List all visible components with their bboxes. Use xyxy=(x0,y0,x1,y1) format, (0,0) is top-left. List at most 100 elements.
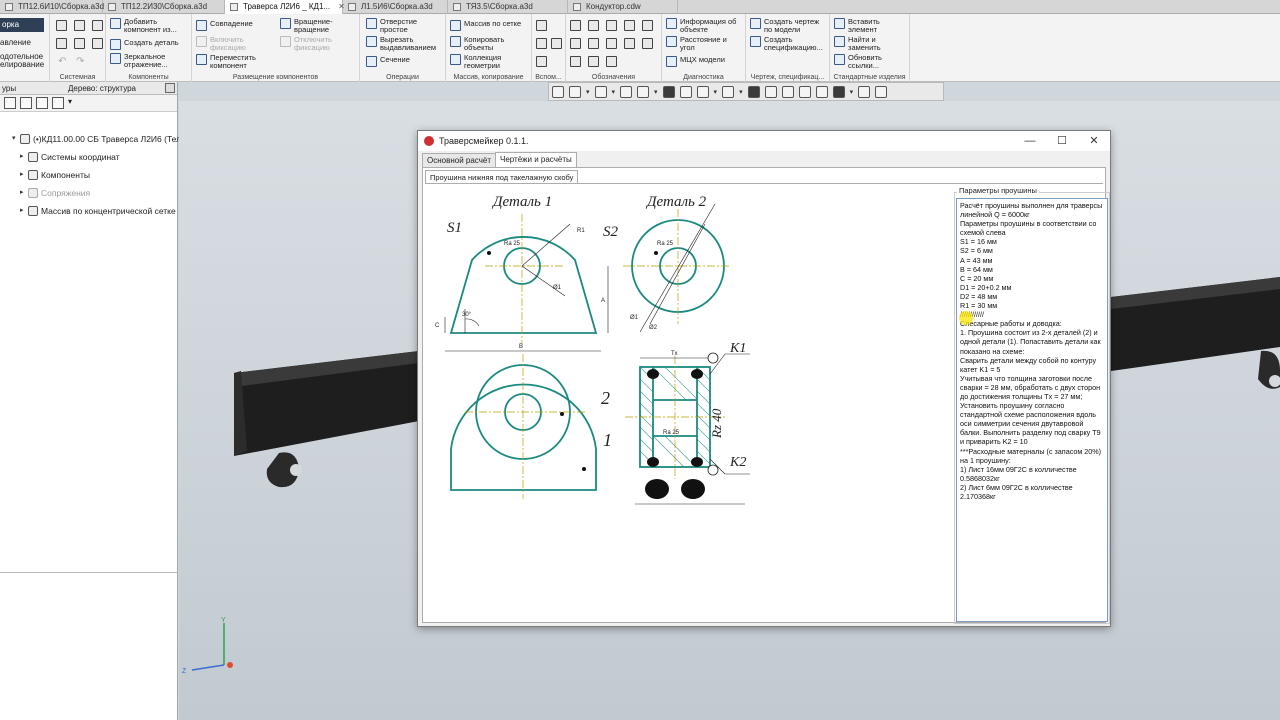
create-detail-button[interactable]: Создать деталь xyxy=(110,39,179,50)
chevron-down-icon[interactable]: ▾ xyxy=(612,88,616,96)
chevron-down-icon[interactable]: ▾ xyxy=(714,88,718,96)
scene-icon[interactable] xyxy=(815,85,828,98)
plane-icon[interactable] xyxy=(536,20,547,31)
filter-tree-icon[interactable] xyxy=(36,97,48,109)
minimize-icon[interactable]: — xyxy=(1014,131,1046,151)
mark-icon[interactable] xyxy=(588,38,599,49)
position-icon[interactable] xyxy=(606,56,617,67)
move-component-button[interactable]: Переместить компонент xyxy=(196,54,256,70)
ribbon-left-label[interactable]: авление xyxy=(0,38,31,47)
geometry-collection-button[interactable]: Коллекция геометрии xyxy=(450,54,501,70)
text-icon[interactable] xyxy=(570,38,581,49)
print-icon[interactable] xyxy=(56,38,67,49)
axes-icon[interactable] xyxy=(637,85,650,98)
redo-icon[interactable]: ↷ xyxy=(76,56,84,67)
expand-arrow-icon[interactable]: ▸ xyxy=(20,148,24,166)
distance-angle-button[interactable]: Расстояние и угол xyxy=(666,36,727,52)
ribbon-left-label[interactable]: елирование xyxy=(0,60,44,69)
enable-fix-button[interactable]: Включить фиксацию xyxy=(196,36,246,52)
hatch-icon[interactable] xyxy=(588,56,599,67)
window-titlebar[interactable]: Траверсмейкер 0.1.1. — ☐ ✕ xyxy=(418,131,1110,151)
chevron-down-icon[interactable]: ▾ xyxy=(654,88,658,96)
sort-icon[interactable] xyxy=(52,97,64,109)
mirror-button[interactable]: Зеркальное отражение... xyxy=(110,53,168,69)
new-doc-icon[interactable] xyxy=(56,20,67,31)
tree-item-concentric-array[interactable]: ▸ Массив по концентрической сетке xyxy=(0,202,178,220)
tree-mode-label[interactable]: Дерево: структура xyxy=(68,82,136,95)
save-icon[interactable] xyxy=(74,38,85,49)
weld-icon[interactable] xyxy=(606,38,617,49)
explode-icon[interactable] xyxy=(764,85,777,98)
add-component-button[interactable]: Добавить компонент из... xyxy=(110,18,177,34)
tolerance-icon[interactable] xyxy=(624,20,635,31)
expand-arrow-icon[interactable]: ▾ xyxy=(12,130,16,148)
point-icon[interactable] xyxy=(536,56,547,67)
array-grid-button[interactable]: Массив по сетке xyxy=(450,20,521,31)
wireframe-icon[interactable] xyxy=(679,85,692,98)
render-icon[interactable] xyxy=(798,85,811,98)
properties-icon[interactable] xyxy=(92,38,103,49)
tree-item-components[interactable]: ▸ Компоненты xyxy=(0,166,178,184)
parameters-textbox[interactable]: Расчёт проушины выполнен для траверсы ли… xyxy=(956,198,1108,622)
tree-item-coordinate-systems[interactable]: ▸ Системы координат xyxy=(0,148,178,166)
hole-simple-button[interactable]: Отверстие простое xyxy=(366,18,417,34)
structure-icon[interactable] xyxy=(20,97,32,109)
disable-fix-button[interactable]: Отключить фиксацию xyxy=(280,36,332,52)
close-icon[interactable]: ✕ xyxy=(1078,131,1110,151)
mcc-model-button[interactable]: МЦХ модели xyxy=(666,56,725,67)
tree-item-mates[interactable]: ▸ Сопряжения xyxy=(0,184,178,202)
expand-arrow-icon[interactable]: ▸ xyxy=(20,184,24,202)
orientation-icon[interactable] xyxy=(552,85,564,98)
base-icon[interactable] xyxy=(642,20,653,31)
panel-divider[interactable] xyxy=(0,572,178,573)
pencil-icon[interactable] xyxy=(875,85,888,98)
expand-arrow-icon[interactable]: ▸ xyxy=(20,202,24,220)
cut-extrude-button[interactable]: Вырезать выдавливанием xyxy=(366,36,436,52)
table-icon[interactable] xyxy=(570,56,581,67)
sketch-icon[interactable] xyxy=(551,38,562,49)
shaded-icon[interactable] xyxy=(662,85,675,98)
doc-tab[interactable]: Л1.5И6\Сборка.a3d xyxy=(343,0,448,14)
dimension-icon[interactable] xyxy=(570,20,581,31)
undo-icon[interactable]: ↶ xyxy=(58,56,66,67)
settings-icon[interactable] xyxy=(165,83,175,93)
create-spec-button[interactable]: Создать спецификацию... xyxy=(750,36,823,52)
rotation-rotation-button[interactable]: Вращение- вращение xyxy=(280,18,333,34)
create-drawing-button[interactable]: Создать чертеж по модели xyxy=(750,18,819,34)
doc-tab[interactable]: Кондуктор.cdw xyxy=(568,0,678,14)
open-icon[interactable] xyxy=(74,20,85,31)
tree-view-icon[interactable] xyxy=(4,97,16,109)
subtab-lower-eye[interactable]: Проушина нижняя под такелажную скобу xyxy=(425,170,579,184)
zoom-fit-icon[interactable] xyxy=(569,85,581,98)
hidden-icon[interactable] xyxy=(696,85,709,98)
doc-tab-active[interactable]: Траверса Л2И6 _ КД1... ✕ xyxy=(225,0,345,14)
camera-icon[interactable] xyxy=(722,85,735,98)
tab-main-calc[interactable]: Основной расчёт xyxy=(422,153,496,167)
section-button[interactable]: Сечение xyxy=(366,56,410,67)
coincidence-button[interactable]: Совпадение xyxy=(196,20,253,31)
expand-arrow-icon[interactable]: ▸ xyxy=(20,166,24,184)
radius-icon[interactable] xyxy=(642,38,653,49)
copy-objects-button[interactable]: Копировать объекты xyxy=(450,36,504,52)
find-replace-button[interactable]: Найти и заменить xyxy=(834,36,881,52)
grid-icon[interactable] xyxy=(92,20,103,31)
chevron-down-icon[interactable]: ▾ xyxy=(586,88,590,96)
chevron-down-icon[interactable]: ▾ xyxy=(850,88,854,96)
insert-element-button[interactable]: Вставить элемент xyxy=(834,18,880,34)
update-links-button[interactable]: Обновить ссылки... xyxy=(834,54,882,70)
leader-icon[interactable] xyxy=(606,20,617,31)
axis-icon[interactable] xyxy=(536,38,547,49)
ribbon-mode-header[interactable]: орка xyxy=(0,18,44,32)
doc-tab[interactable]: ТП12.2И30\Сборка.a3d xyxy=(103,0,225,14)
tab-drawings[interactable]: Чертёжи и расчёты xyxy=(495,152,577,167)
maximize-icon[interactable]: ☐ xyxy=(1046,131,1078,151)
layers-icon[interactable] xyxy=(781,85,794,98)
rotate-icon[interactable] xyxy=(620,85,633,98)
object-info-button[interactable]: Информация об объекте xyxy=(666,18,736,34)
roughness-icon[interactable] xyxy=(588,20,599,31)
chevron-down-icon[interactable]: ▾ xyxy=(68,97,72,109)
angle-icon[interactable] xyxy=(624,38,635,49)
section-view-icon[interactable] xyxy=(747,85,760,98)
doc-tab[interactable]: ТП12.6И10\Сборка.a3d xyxy=(0,0,104,14)
select-icon[interactable] xyxy=(858,85,871,98)
